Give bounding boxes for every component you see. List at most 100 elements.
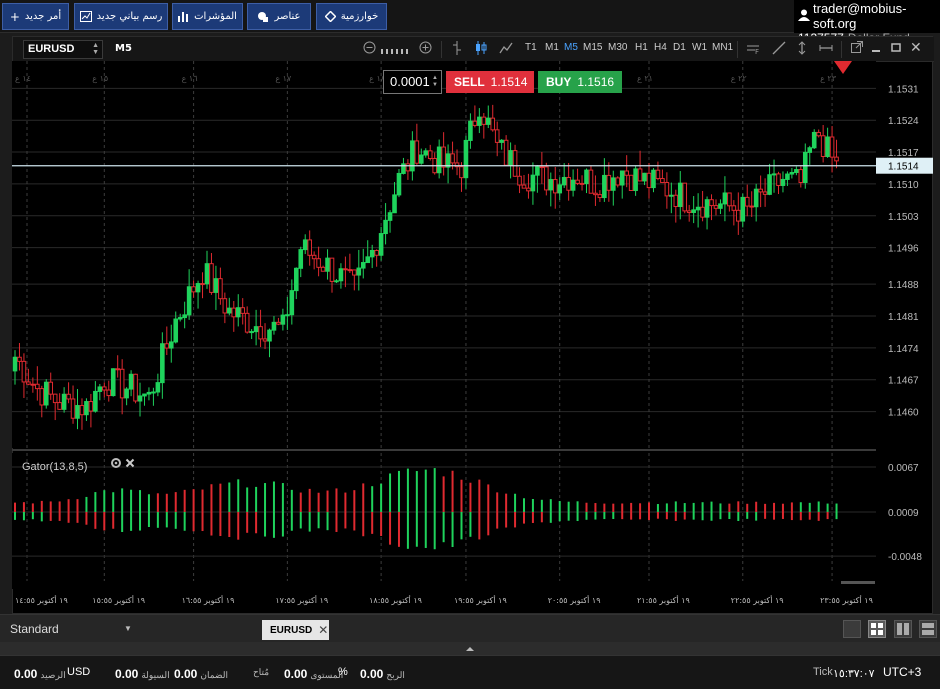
candle-body (405, 163, 411, 172)
session-label: ٢١ ع (637, 74, 653, 83)
candle-body (93, 390, 98, 412)
tf-t1[interactable]: T1 (525, 42, 537, 53)
layout-grid-button[interactable] (868, 620, 886, 638)
equity-label: السيولة (141, 670, 170, 680)
percent-value: % (338, 666, 348, 678)
price-chart[interactable]: ١٤ ع١٥ ع١٦ ع١٧ ع١٨ ع١٩ ع٢٠ ع٢١ ع٢٢ ع٢٣ ع… (12, 61, 933, 613)
candle-body (485, 117, 491, 125)
trendline-icon[interactable] (772, 41, 786, 58)
shapes-icon (257, 11, 269, 22)
candle-body (387, 212, 393, 221)
tf-h4[interactable]: H4 (654, 42, 667, 53)
tf-w1[interactable]: W1 (692, 42, 707, 53)
candle-body (222, 298, 228, 314)
candle-body (588, 169, 594, 194)
candle-body (508, 150, 513, 166)
new-order-button[interactable]: + أمر جديد (2, 3, 69, 30)
indicators-button[interactable]: المؤشرات (172, 3, 243, 30)
balance-value: 0.00 (14, 667, 38, 681)
close-tab-icon[interactable]: ✕ (318, 623, 328, 637)
profile-select[interactable]: Standard ▼ (0, 615, 140, 643)
sell-button[interactable]: SELL 1.1514 (446, 71, 534, 93)
candle-body (101, 386, 107, 391)
panel-splitter[interactable] (0, 642, 940, 655)
candle-body (17, 356, 22, 362)
one-click-trading: 0.0001 ▲ ▼ SELL 1.1514 BUY 1.1516 (383, 70, 622, 94)
candle-body (419, 154, 424, 164)
horizontal-line-icon[interactable] (819, 41, 833, 58)
tf-d1[interactable]: D1 (673, 42, 686, 53)
candle-body (637, 168, 643, 182)
indicator-f-icon[interactable]: F (746, 41, 760, 58)
candle-body (624, 170, 629, 176)
candle-body (137, 395, 143, 402)
close-icon[interactable]: ✕ (910, 40, 922, 56)
candlestick-type-icon[interactable] (475, 41, 487, 58)
candle-body (477, 116, 482, 126)
candle-body (593, 192, 598, 196)
expand-icon[interactable] (466, 647, 474, 651)
candle-body (736, 209, 741, 222)
free-margin-label: مُتاح (253, 667, 270, 677)
candle-body (655, 169, 661, 180)
spinner-icon[interactable]: ▲ ▼ (432, 75, 438, 89)
candle-body (356, 267, 362, 276)
candle-body (615, 177, 621, 186)
vertical-line-icon[interactable] (797, 41, 807, 58)
algorithms-button[interactable]: خوارزمية (316, 3, 387, 30)
zoom-in-icon[interactable] (419, 41, 432, 57)
new-chart-label: رسم بياني جديد (96, 11, 163, 22)
candle-body (302, 239, 308, 251)
balance-status: 0.00 الرصيد (14, 667, 66, 681)
time-tick-label: ١٩ أكتوبر ٢١:٥٥ (637, 595, 690, 605)
tf-h1[interactable]: H1 (635, 42, 648, 53)
candle-body (512, 150, 518, 177)
symbol-select[interactable]: EURUSD ▲ ▼ (23, 40, 103, 59)
candle-body (834, 156, 839, 162)
candle-body (329, 257, 335, 282)
chart-tab[interactable]: EURUSD ✕ (262, 620, 329, 640)
candle-body (311, 254, 317, 260)
candle-body (472, 120, 478, 126)
candle-body (285, 314, 290, 317)
candle-body (521, 184, 527, 189)
new-chart-button[interactable]: رسم بياني جديد (74, 3, 168, 30)
candle-body (548, 179, 554, 191)
layout-columns-button[interactable] (894, 620, 912, 638)
equity-status: 0.00 السيولة (115, 667, 170, 681)
candle-body (61, 393, 67, 410)
account-panel[interactable]: trader@mobius-soft.org 1137577Dollar Fun… (794, 0, 940, 45)
tf-mn1[interactable]: MN1 (712, 42, 733, 53)
candle-body (343, 268, 348, 271)
candle-body (338, 268, 344, 282)
zoom-out-icon[interactable] (363, 41, 376, 57)
line-type-icon[interactable] (499, 41, 513, 58)
tf-m30[interactable]: M30 (608, 42, 627, 53)
candle-body (119, 368, 125, 399)
tf-m15[interactable]: M15 (583, 42, 602, 53)
chevron-down-icon: ▼ (124, 624, 132, 633)
minimize-icon[interactable] (871, 41, 881, 56)
candle-body (602, 174, 607, 199)
chart-scrollbar[interactable] (841, 581, 875, 584)
bar-type-icon[interactable] (451, 41, 463, 58)
timezone-select[interactable]: UTC+3 (883, 665, 921, 679)
candle-body (160, 343, 165, 384)
candle-body (731, 205, 737, 211)
candle-body (48, 381, 54, 395)
candle-body (253, 326, 259, 333)
lot-size-input[interactable]: 0.0001 ▲ ▼ (383, 70, 442, 94)
zoom-slider-icon[interactable] (381, 45, 411, 59)
popout-icon[interactable] (851, 41, 863, 56)
tf-m1[interactable]: M1 (545, 42, 559, 53)
layout-rows-button[interactable] (919, 620, 937, 638)
candle-body (552, 179, 558, 194)
candle-body (414, 140, 420, 164)
sell-label: SELL (454, 75, 485, 89)
layout-single-button[interactable] (843, 620, 861, 638)
buy-button[interactable]: BUY 1.1516 (538, 71, 622, 93)
maximize-icon[interactable] (891, 41, 901, 56)
tf-m5[interactable]: M5 (564, 42, 578, 53)
objects-button[interactable]: عناصر (247, 3, 311, 30)
free-margin-status: مُتاح (253, 667, 269, 678)
